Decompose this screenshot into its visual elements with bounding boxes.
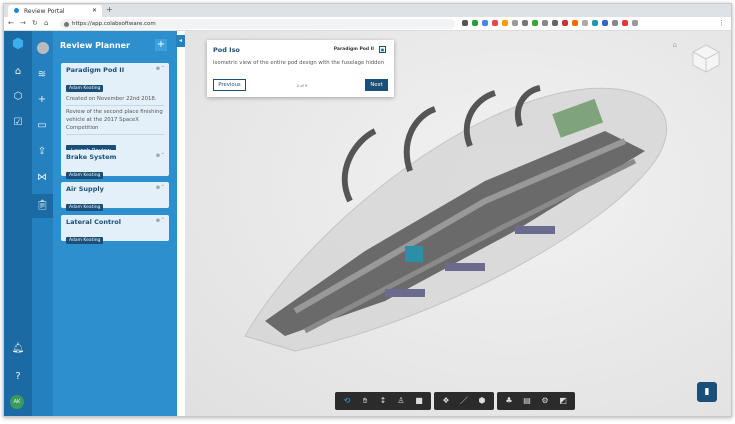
measure-icon[interactable]: ／: [456, 394, 472, 408]
owner-badge: Adam Keating: [66, 237, 104, 244]
url-input[interactable]: https://app.colabsoftware.com: [60, 19, 455, 29]
tab-title: Review Portal: [24, 8, 65, 15]
card-title: Paradigm Pod II: [66, 66, 125, 74]
layers-icon[interactable]: ≋: [32, 69, 52, 80]
card-controls[interactable]: ⊗ ˅: [156, 153, 164, 159]
browser-tab[interactable]: Review Portal ✕: [8, 5, 102, 17]
model-tools: ❖ ／ ⬢: [434, 392, 494, 410]
main-nav: ⬢ ⌂ ⬡ ☑ 🔔︎ ? AK: [4, 31, 32, 416]
owner-badge: Adam Keating: [66, 204, 104, 211]
created-date: Created on November 22nd 2018.: [66, 96, 157, 102]
air-tank: [405, 246, 423, 262]
orbit-icon[interactable]: ⟲: [339, 394, 355, 408]
card-controls[interactable]: ⊗ ˅: [156, 185, 164, 191]
owner-badge: Adam Keating: [66, 172, 104, 179]
help-icon[interactable]: ?: [8, 371, 28, 382]
view-popup: Pod Iso Paradigm Pod II ▣ Isometric view…: [207, 40, 394, 97]
review-planner-panel: Review Planner + Paradigm Pod II ⊗ ˄ Ada…: [53, 31, 177, 416]
card-controls[interactable]: ⊗ ˅: [156, 218, 164, 224]
app: ⬢ ⌂ ⬡ ☑ 🔔︎ ? AK ≋ + ▭ ⇪ ⋈ 📋︎ Review Plan…: [4, 31, 731, 416]
notifications-icon[interactable]: 🔔︎: [8, 343, 28, 354]
navigation-tools: ⟲ ✋︎ ↕ ♙ ■: [335, 392, 431, 410]
previous-button[interactable]: Previous: [213, 79, 246, 91]
review-card[interactable]: Paradigm Pod II ⊗ ˄ Adam Keating Created…: [61, 63, 169, 161]
back-icon[interactable]: ←: [8, 19, 14, 27]
owner-badge: Adam Keating: [66, 85, 104, 92]
person-icon[interactable]: ♙: [393, 394, 409, 408]
pan-icon[interactable]: ✋︎: [357, 394, 373, 408]
close-tab-icon[interactable]: ✕: [92, 7, 97, 14]
3d-viewer[interactable]: Pod Iso Paradigm Pod II ▣ Isometric view…: [185, 31, 731, 416]
project-name: Paradigm Pod II: [333, 47, 374, 52]
settings-icon[interactable]: ⚙: [537, 394, 553, 408]
view-description: Isometric view of the entire pod design …: [213, 60, 385, 66]
fullscreen-icon[interactable]: ◩: [555, 394, 571, 408]
card-title: Lateral Control: [66, 218, 121, 226]
address-bar-row: ← → ↻ ⌂ https://app.colabsoftware.com ⋮: [4, 17, 731, 31]
avatar[interactable]: AK: [10, 395, 24, 409]
viewer-toolbar: ⟲ ✋︎ ↕ ♙ ■ ❖ ／ ⬢ ♣ ▤ ⚙ ◩: [335, 392, 575, 410]
user-avatar[interactable]: [37, 42, 49, 54]
collapse-panel-button[interactable]: ◂: [176, 35, 185, 47]
review-card[interactable]: Lateral Control ⊗ ˅ Adam Keating: [61, 215, 169, 244]
browser-window: Review Portal ✕ + ← → ↻ ⌂ https://app.col…: [3, 3, 732, 417]
home-nav-icon[interactable]: ⌂: [8, 66, 28, 77]
tree-icon[interactable]: ♣: [501, 394, 517, 408]
add-review-button[interactable]: +: [155, 39, 167, 51]
camera-icon[interactable]: ■: [411, 394, 427, 408]
share-icon[interactable]: ⋈: [32, 172, 52, 183]
next-button[interactable]: Next: [365, 79, 388, 91]
chat-button[interactable]: ▮: [697, 382, 717, 402]
snapshot-icon[interactable]: ▣: [379, 46, 386, 53]
review-planner-icon[interactable]: 📋︎: [32, 194, 53, 218]
tool-nav: ≋ + ▭ ⇪ ⋈ 📋︎: [32, 31, 53, 416]
divider: [66, 105, 164, 106]
logo-icon: ⬢: [11, 36, 25, 52]
review-card[interactable]: Air Supply ⊗ ˅ Adam Keating: [61, 182, 169, 211]
panel-title: Review Planner: [60, 41, 130, 50]
tab-bar: Review Portal ✕ +: [4, 4, 731, 17]
card-title: Air Supply: [66, 185, 104, 193]
favicon-icon: [14, 8, 19, 13]
home-icon[interactable]: ⌂: [44, 19, 48, 27]
reload-icon[interactable]: ↻: [32, 19, 38, 27]
view-counter: 2 of 9: [297, 84, 308, 88]
view-cube[interactable]: [691, 43, 721, 73]
settings-tools: ♣ ▤ ⚙ ◩: [497, 392, 575, 410]
menu-icon[interactable]: ⋮: [718, 19, 725, 27]
new-tab-button[interactable]: +: [106, 5, 113, 14]
section-icon[interactable]: ⬢: [474, 394, 490, 408]
document-icon[interactable]: ▤: [519, 394, 535, 408]
card-description: Review of the second place finishing veh…: [66, 109, 163, 131]
models-nav-icon[interactable]: ⬡: [8, 91, 28, 102]
zoom-icon[interactable]: ↕: [375, 394, 391, 408]
extensions: [462, 20, 638, 26]
card-title: Brake System: [66, 153, 117, 161]
card-controls[interactable]: ⊗ ˄: [156, 66, 164, 72]
upload-icon[interactable]: ⇪: [32, 146, 52, 157]
forward-icon[interactable]: →: [20, 19, 26, 27]
review-card[interactable]: Brake System ⊗ ˅ Adam Keating: [61, 150, 169, 179]
tasks-nav-icon[interactable]: ☑: [8, 117, 28, 128]
home-view-icon[interactable]: ⌂: [673, 41, 677, 49]
explode-icon[interactable]: ❖: [438, 394, 454, 408]
divider: [66, 134, 164, 135]
add-icon[interactable]: +: [32, 94, 52, 105]
folder-icon[interactable]: ▭: [32, 120, 52, 131]
